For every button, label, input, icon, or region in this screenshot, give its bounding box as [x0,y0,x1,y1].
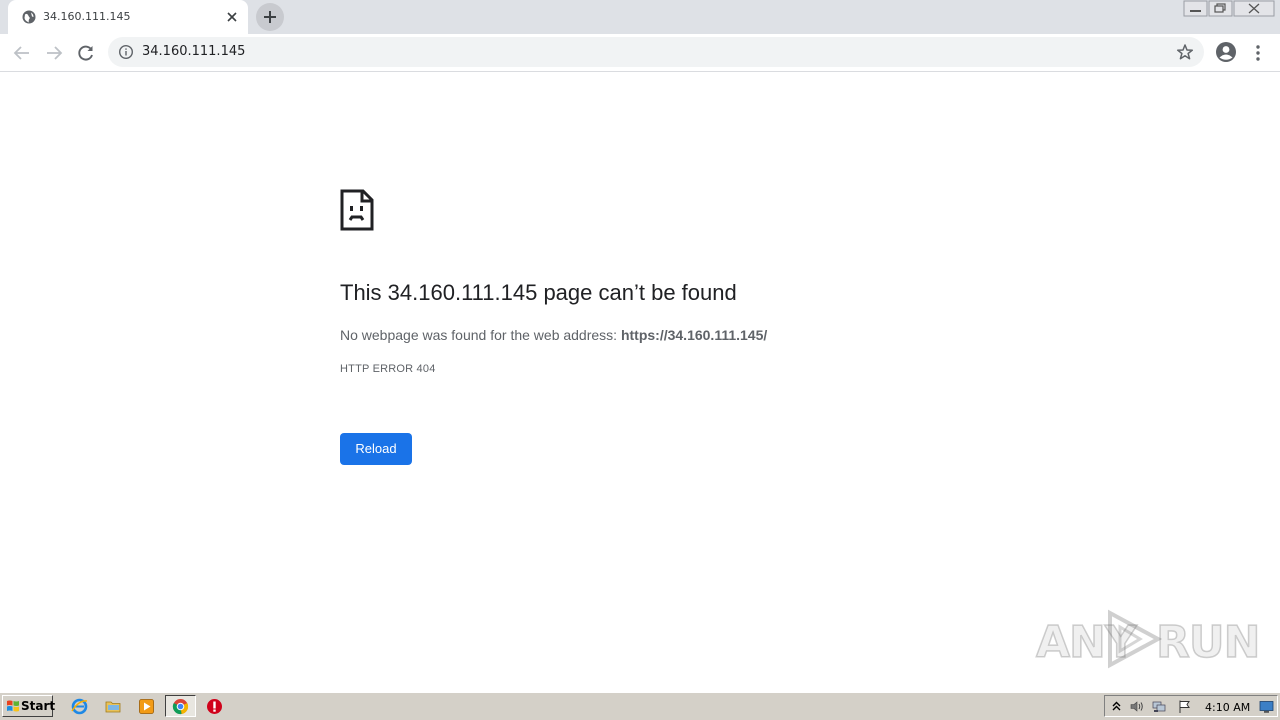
address-text[interactable]: 34.160.111.145 [142,44,245,60]
anyrun-watermark: ANY RUN [1035,607,1261,671]
watermark-text-right: RUN [1155,616,1261,669]
tab-title: 34.160.111.145 [43,10,131,23]
tab-active[interactable]: 34.160.111.145 [8,0,248,34]
clock[interactable]: 4:10 AM [1205,701,1250,714]
arrow-right-icon[interactable] [43,42,65,64]
restore-icon[interactable] [1208,0,1233,17]
arrow-left-icon[interactable] [11,42,33,64]
account-icon[interactable] [1215,41,1237,63]
globe-icon [22,10,36,24]
plus-icon [264,11,276,23]
error-url: https://34.160.111.145/ [620,327,768,343]
show-desktop-icon[interactable] [1259,699,1274,714]
action-center-flag-icon[interactable] [1177,699,1192,714]
media-player-icon[interactable] [138,698,155,715]
tab-strip: 34.160.111.145 [0,0,1280,34]
address-bar[interactable]: 34.160.111.145 [108,37,1204,67]
info-icon[interactable] [118,44,134,60]
network-icon[interactable] [1152,699,1167,714]
windows-logo-icon [7,700,19,712]
kebab-menu-icon[interactable] [1250,42,1266,64]
error-description: No webpage was found for the web address… [340,325,767,345]
show-hidden-icon[interactable] [1109,699,1124,714]
close-icon[interactable] [1233,0,1275,17]
start-button[interactable]: Start [2,695,56,717]
system-tray: 4:10 AM [1104,695,1278,717]
new-tab-button[interactable] [256,3,284,31]
minimize-icon[interactable] [1183,0,1208,17]
chrome-icon [172,699,189,715]
reload-icon[interactable] [75,42,97,64]
star-icon[interactable] [1176,43,1194,61]
volume-icon[interactable] [1129,699,1144,714]
error-title: This 34.160.111.145 page can’t be found [340,280,737,305]
stop-icon[interactable] [206,698,223,715]
tab-close-icon[interactable] [224,9,240,25]
play-logo-icon [1108,609,1163,669]
sad-page-icon [340,189,374,231]
reload-button[interactable]: Reload [340,433,412,465]
error-description-prefix: No webpage was found for the web address… [340,327,621,343]
folder-icon[interactable] [105,698,122,715]
taskbar-chrome-button[interactable] [165,695,196,717]
error-code: HTTP ERROR 404 [340,363,436,375]
start-label: Start [21,699,56,713]
internet-explorer-icon[interactable] [71,698,88,715]
taskbar: Start 4:10 AM [0,692,1280,720]
browser-toolbar: 34.160.111.145 [0,34,1280,72]
